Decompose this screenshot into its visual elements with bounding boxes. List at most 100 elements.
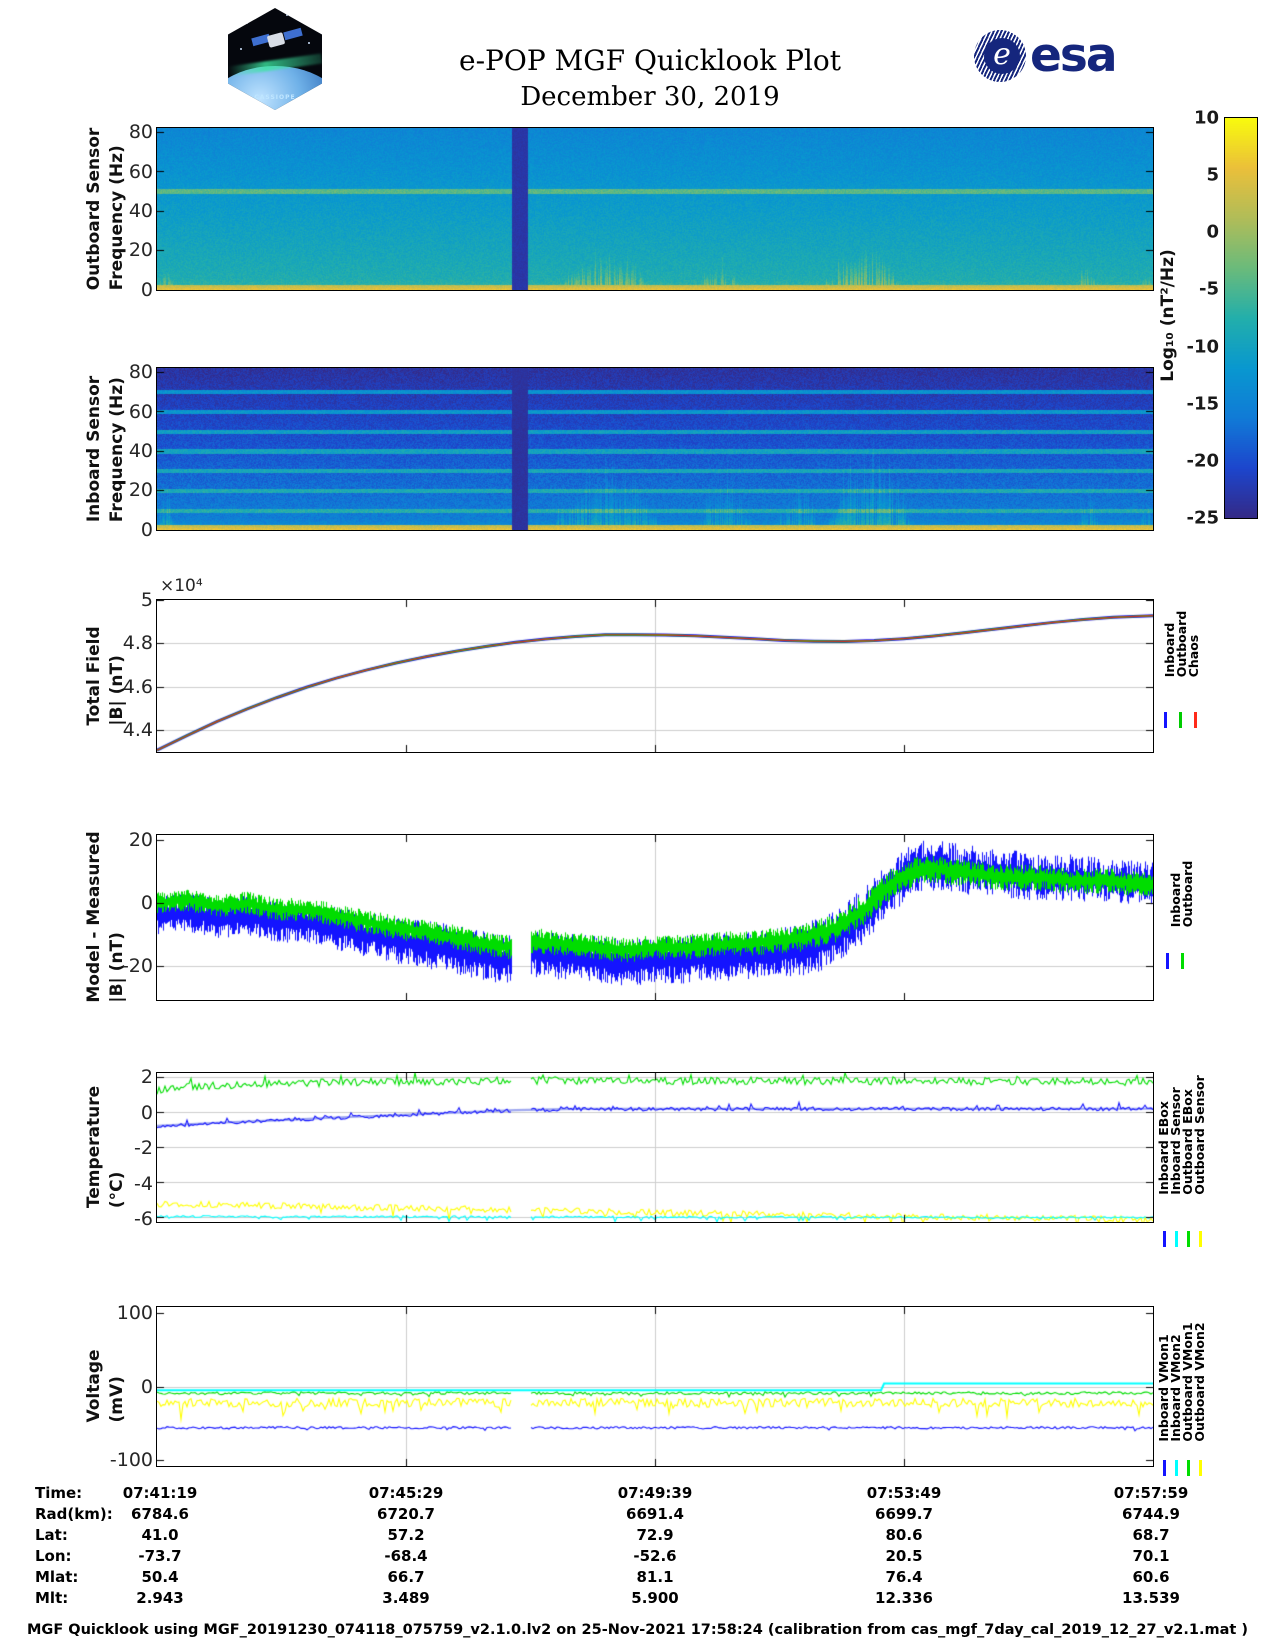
legend-color-line [1199,1460,1202,1476]
ylabel-line: Model - Measured [83,831,104,1003]
ephemeris-row-label: Lon: [35,1547,72,1565]
legend-color-line [1163,1460,1166,1476]
esa-globe-letter: e [984,37,1020,74]
ytick: -6 [134,1208,153,1230]
model-measured-legend: Inboard Outboard [1150,861,1210,928]
colorbar-tick: -15 [1186,393,1219,415]
legend-label: Inboard VMon1 [1156,1334,1171,1442]
ytick: 4.4 [122,719,153,741]
ytick: 40 [128,200,153,222]
ylabel-line: (°C) [106,1171,127,1209]
ephemeris-row-label: Mlat: [35,1568,79,1586]
legend-color-line [1194,712,1197,728]
colorbar-tick: -25 [1186,507,1219,529]
ylabel-line: Total Field [83,626,104,726]
ephemeris-value: -73.7 [138,1547,182,1565]
ephemeris-row: Rad(km): 6784.6 6720.7 6691.4 6699.7 6744.9 [0,1505,1275,1523]
total-field-legend-lines [1164,712,1197,728]
ytick: 20 [128,479,153,501]
ephemeris-value: 6744.9 [1122,1505,1180,1523]
y-axis-exponent: ×10⁴ [160,576,203,596]
ylabel-line: Outboard Sensor [83,127,104,291]
ephemeris-value: 3.489 [382,1589,430,1607]
legend-color-line [1166,953,1169,969]
model-measured-legend-lines [1166,953,1184,969]
ytick: 20 [128,239,153,261]
ylabel-line: Frequency (Hz) [106,145,127,291]
ytick: -20 [121,955,153,977]
temperature-plot [156,1072,1154,1223]
legend-label: Outboard VMon2 [1192,1322,1207,1442]
ephemeris-value: 80.6 [885,1526,923,1544]
ephemeris-value: 50.4 [141,1568,179,1586]
ephemeris-value: 6691.4 [626,1505,684,1523]
ephemeris-value: 76.4 [885,1568,923,1586]
ephemeris-value: 57.2 [387,1526,425,1544]
ephemeris-value: 20.5 [885,1547,923,1565]
colorbar-tick: 10 [1193,107,1219,129]
ytick: 0 [140,519,153,541]
ytick: 0 [140,1376,153,1398]
ephemeris-value: 6699.7 [875,1505,933,1523]
legend-label: Outboard [1174,610,1189,678]
ephemeris-row: Lon: -73.7 -68.4 -52.6 20.5 70.1 [0,1547,1275,1565]
total-field-plot [156,599,1154,753]
esa-logo: e esa [974,28,1118,83]
quicklook-figure: { "header": { "title": "e-POP MGF Quickl… [0,0,1275,1650]
colorbar-label-text: Log₁₀ (nT²/Hz) [1158,249,1178,382]
voltage-ylabel: Voltage (mV) [66,1349,144,1422]
ytick: 0 [140,279,153,301]
ephemeris-value: 07:49:39 [617,1484,693,1502]
legend-color-line [1163,1231,1166,1247]
ephemeris-row-label: Mlt: [35,1589,69,1607]
ephemeris-value: 2.943 [136,1589,184,1607]
ytick: 80 [128,121,153,143]
ephemeris-value: 6784.6 [131,1505,189,1523]
temperature-legend-lines [1163,1231,1202,1247]
ephemeris-value: 07:45:29 [368,1484,444,1502]
total-field-legend: Inboard Outboard Chaos [1150,611,1210,678]
ytick: 0 [140,892,153,914]
ytick: 20 [128,829,153,851]
ephemeris-value: 5.900 [631,1589,679,1607]
legend-color-line [1179,712,1182,728]
colorbar-axis-label: Log₁₀ (nT²/Hz) [1158,249,1178,387]
model-measured-plot [156,834,1154,1001]
ytick: -2 [134,1137,153,1159]
colorbar [1224,117,1258,519]
ephemeris-value: -52.6 [633,1547,677,1565]
legend-label: Inboard Sensor [1168,1087,1183,1195]
colorbar-tick: -5 [1199,278,1219,300]
ephemeris-value: 68.7 [1132,1526,1170,1544]
legend-color-line [1199,1231,1202,1247]
ytick: -100 [109,1449,153,1471]
ylabel-line: Frequency (Hz) [106,377,127,523]
footer-processing-note: MGF Quicklook using MGF_20191230_074118_… [26,1622,1248,1638]
ylabel-line: Temperature [83,1085,104,1209]
ytick: 60 [128,401,153,423]
colorbar-tick: 5 [1206,164,1219,186]
ytick: 2 [140,1066,153,1088]
legend-label: Outboard Sensor [1192,1075,1207,1195]
ephemeris-row: Lat: 41.0 57.2 72.9 80.6 68.7 [0,1526,1275,1544]
ephemeris-value: 81.1 [636,1568,674,1586]
legend-label: Inboard [1168,872,1183,928]
ylabel-line: Voltage [83,1349,104,1423]
legend-color-line [1175,1460,1178,1476]
legend-color-line [1175,1231,1178,1247]
satellite-panel-icon [283,27,303,41]
legend-label: Inboard [1162,622,1177,678]
legend-label: Chaos [1186,634,1201,678]
outboard-spectrogram-plot [156,127,1154,291]
legend-label: Inboard VMon2 [1168,1334,1183,1442]
ephemeris-row: Mlt: 2.943 3.489 5.900 12.336 13.539 [0,1589,1275,1607]
ytick: 100 [116,1302,153,1324]
voltage-plot [156,1306,1154,1467]
ytick: 0 [140,1102,153,1124]
ephemeris-value: 07:53:49 [866,1484,942,1502]
ephemeris-value: 70.1 [1132,1547,1170,1565]
ytick: -4 [134,1173,153,1195]
colorbar-tick: -10 [1186,336,1219,358]
ytick: 5 [140,589,153,611]
legend-label: Inboard EBox [1156,1101,1171,1195]
